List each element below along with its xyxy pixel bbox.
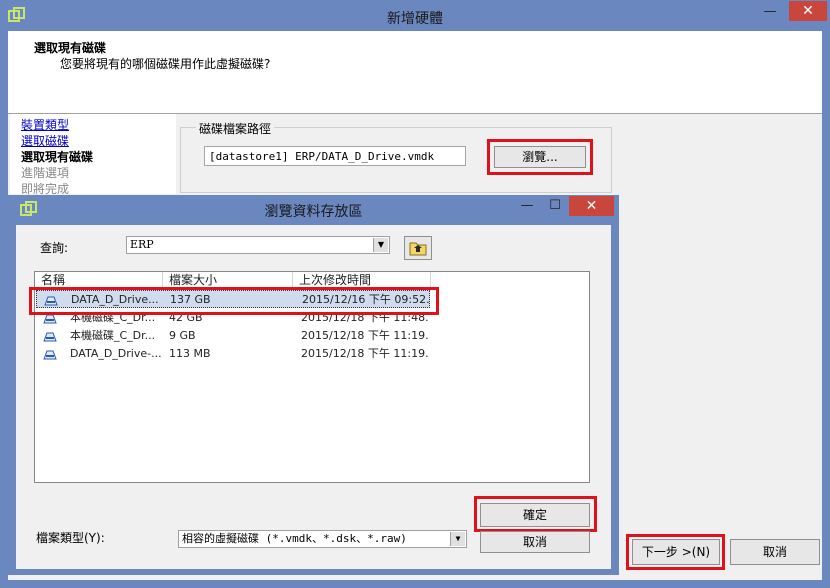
highlight-box (29, 287, 439, 315)
file-type-value: 相容的虛擬磁碟 (*.vmdk、*.dsk、*.raw) (182, 532, 407, 545)
dialog-close-button[interactable]: ✕ (569, 196, 614, 216)
close-button[interactable]: ✕ (789, 1, 827, 21)
page-subtitle: 您要將現有的哪個磁碟用作此虛擬磁碟? (60, 57, 271, 71)
file-size: 113 MB (169, 347, 211, 360)
window-title: 新增硬體 (387, 11, 443, 27)
minimize-button[interactable]: — (758, 4, 782, 22)
look-in-label: 查詢: (40, 241, 69, 255)
step-device-type[interactable]: 裝置類型 (21, 116, 69, 133)
look-in-value: ERP (130, 238, 154, 251)
highlight-box (474, 496, 597, 532)
up-folder-button[interactable] (404, 236, 432, 260)
look-in-select[interactable]: ERP ▼ (126, 236, 390, 254)
file-type-select[interactable]: 相容的虛擬磁碟 (*.vmdk、*.dsk、*.raw) ▼ (178, 530, 467, 548)
highlight-box (626, 534, 725, 570)
window-frame (0, 580, 830, 588)
disk-path-input[interactable]: [datastore1] ERP/DATA_D_Drive.vmdk (204, 146, 466, 166)
disk-file-icon (43, 350, 57, 360)
dialog-cancel-button[interactable]: 取消 (480, 531, 590, 553)
page-title: 選取現有磁碟 (34, 41, 107, 55)
file-modified: 2015/12/18 下午 11:19... (301, 329, 429, 342)
file-row[interactable]: 本機磁碟_C_Dr... 9 GB 2015/12/18 下午 11:19... (36, 327, 430, 345)
window-frame (822, 31, 830, 588)
cancel-button[interactable]: 取消 (730, 539, 820, 565)
step-advanced-options: 進階選項 (21, 166, 70, 180)
window-frame (0, 31, 8, 588)
chevron-down-icon[interactable]: ▼ (373, 238, 388, 252)
step-select-disk[interactable]: 選取磁碟 (21, 132, 69, 149)
disk-file-icon (43, 332, 57, 342)
highlight-box (487, 139, 593, 175)
dialog-maximize-button[interactable]: ☐ (543, 198, 567, 216)
file-name: DATA_D_Drive-... (70, 347, 162, 360)
chevron-down-icon[interactable]: ▼ (450, 532, 465, 546)
file-modified: 2015/12/18 下午 11:19... (301, 347, 429, 360)
file-name: 本機磁碟_C_Dr... (70, 329, 156, 342)
file-size: 9 GB (169, 329, 196, 342)
file-row[interactable]: DATA_D_Drive-... 113 MB 2015/12/18 下午 11… (36, 345, 430, 363)
wizard-header: 選取現有磁碟 您要將現有的哪個磁碟用作此虛擬磁碟? (8, 31, 822, 114)
step-select-existing-disk: 選取現有磁碟 (21, 150, 94, 164)
file-type-label: 檔案類型(Y): (36, 531, 105, 545)
folder-up-icon (409, 242, 427, 256)
dialog-minimize-button[interactable]: — (515, 198, 539, 216)
disk-path-label: 磁碟檔案路徑 (196, 120, 275, 137)
